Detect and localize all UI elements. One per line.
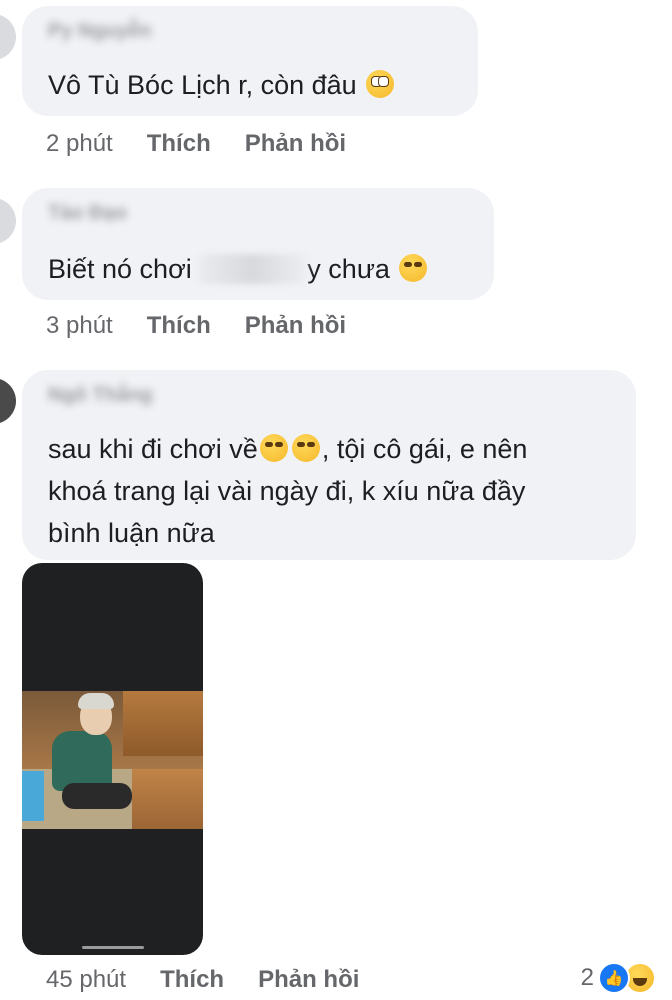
- comment-timestamp[interactable]: 3 phút: [46, 312, 113, 340]
- unamused-face-emoji-icon: [291, 434, 320, 462]
- comment-author-name-blurred[interactable]: Py Nguyễn: [48, 20, 151, 43]
- reply-button[interactable]: Phản hồi: [258, 966, 359, 994]
- comment-actions: 3 phút Thích Phản hồi: [46, 308, 346, 344]
- photo-thumbnail: [22, 691, 203, 829]
- censored-text-blur: [199, 254, 308, 284]
- commenter-avatar[interactable]: [0, 378, 16, 424]
- like-button[interactable]: Thích: [147, 130, 211, 158]
- like-button[interactable]: Thích: [147, 312, 211, 340]
- comment-author-name-blurred[interactable]: Ngô Thắng: [48, 384, 152, 407]
- reaction-count: 2: [580, 964, 594, 991]
- reaction-summary[interactable]: 2 👍: [581, 960, 656, 996]
- comment-actions: 45 phút Thích Phản hồi: [46, 962, 359, 998]
- unamused-face-emoji-icon: [259, 434, 288, 462]
- comment-bubble: Ngô Thắng sau khi đi chơi về, tội cô gái…: [22, 370, 636, 560]
- like-reaction-icon: 👍: [598, 962, 630, 994]
- home-indicator-bar: [82, 946, 144, 949]
- comment-bubble: Py Nguyễn Vô Tù Bóc Lịch r, còn đâu: [22, 6, 478, 116]
- commenter-avatar[interactable]: [0, 14, 16, 60]
- comment-attached-image[interactable]: [22, 563, 203, 955]
- comment-bubble: Tào Đạo Biết nó chơi y chưa: [22, 188, 494, 300]
- comment-text: sau khi đi chơi về, tội cô gái, e nên kh…: [48, 434, 528, 548]
- comment-author-name-blurred[interactable]: Tào Đạo: [48, 202, 127, 225]
- smirking-face-emoji-icon: [399, 254, 428, 282]
- comment-text: Vô Tù Bóc Lịch r, còn đâu: [48, 64, 396, 106]
- rolling-eyes-emoji-icon: [366, 70, 395, 98]
- comment-timestamp[interactable]: 45 phút: [46, 966, 126, 994]
- comment-actions: 2 phút Thích Phản hồi: [46, 126, 346, 162]
- reply-button[interactable]: Phản hồi: [245, 130, 346, 158]
- comment-text: Biết nó chơi y chưa: [48, 248, 429, 290]
- like-button[interactable]: Thích: [160, 966, 224, 994]
- commenter-avatar[interactable]: [0, 198, 16, 244]
- reply-button[interactable]: Phản hồi: [245, 312, 346, 340]
- comment-timestamp[interactable]: 2 phút: [46, 130, 113, 158]
